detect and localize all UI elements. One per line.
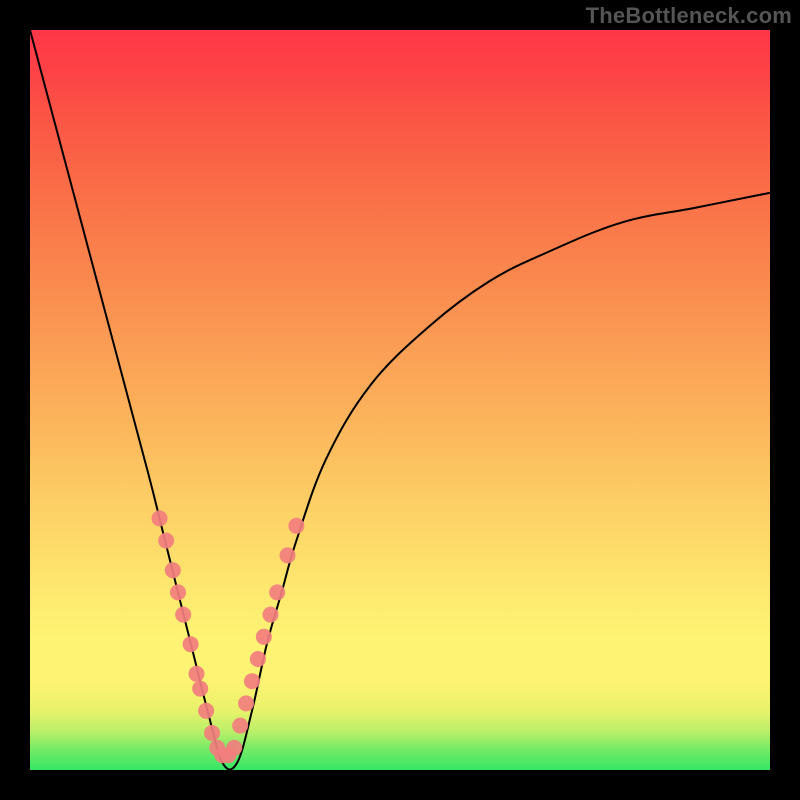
- data-marker: [226, 740, 242, 756]
- data-marker: [250, 651, 266, 667]
- plot-area: [30, 30, 770, 770]
- chart-frame: TheBottleneck.com: [0, 0, 800, 800]
- data-marker: [189, 666, 205, 682]
- data-marker: [280, 547, 296, 563]
- data-marker: [256, 629, 272, 645]
- data-marker: [198, 703, 214, 719]
- data-marker: [288, 518, 304, 534]
- data-marker: [244, 673, 260, 689]
- bottleneck-curve: [30, 30, 770, 770]
- data-marker: [232, 718, 248, 734]
- data-marker: [238, 695, 254, 711]
- data-marker: [183, 636, 199, 652]
- data-marker: [165, 562, 181, 578]
- data-marker: [204, 725, 220, 741]
- data-marker: [152, 510, 168, 526]
- data-marker: [170, 584, 186, 600]
- data-marker: [192, 681, 208, 697]
- data-marker: [158, 533, 174, 549]
- curve-layer: [30, 30, 770, 770]
- data-marker: [175, 607, 191, 623]
- watermark-text: TheBottleneck.com: [586, 3, 792, 29]
- data-marker: [269, 584, 285, 600]
- data-marker: [263, 607, 279, 623]
